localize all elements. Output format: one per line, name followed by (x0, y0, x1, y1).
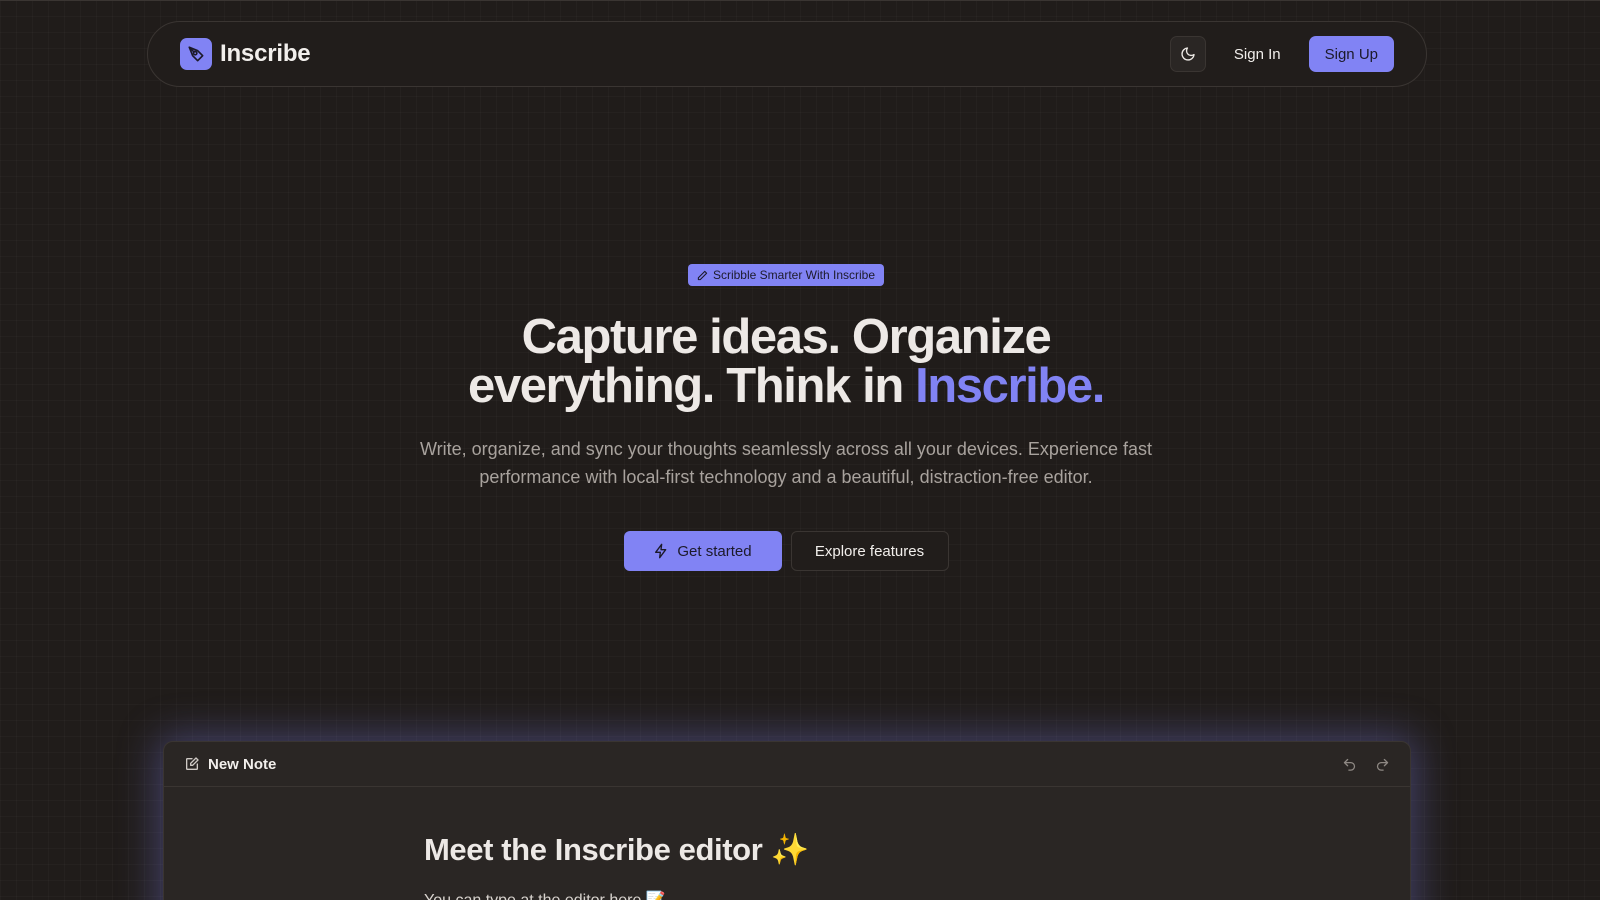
editor-toolbar: New Note (164, 742, 1410, 787)
get-started-label: Get started (677, 542, 752, 560)
editor-tools (1342, 757, 1390, 772)
logo-pen-icon[interactable] (180, 38, 212, 70)
explore-features-button[interactable]: Explore features (790, 531, 949, 571)
hero-section: Scribble Smarter With Inscribe Capture i… (0, 264, 1572, 571)
bolt-icon (655, 543, 667, 559)
hero-headline: Capture ideas. Organize everything. Thin… (0, 313, 1572, 411)
sign-in-link[interactable]: Sign In (1234, 46, 1281, 63)
headline-line-1: Capture ideas. Organize (521, 310, 1052, 364)
theme-toggle-button[interactable] (1169, 36, 1206, 72)
brand-name[interactable]: Inscribe (220, 40, 311, 68)
editor-content[interactable]: Meet the Inscribe editor ✨ You can type … (164, 787, 1410, 900)
hero-badge: Scribble Smarter With Inscribe (687, 264, 885, 286)
top-divider (0, 0, 1600, 1)
editor-heading[interactable]: Meet the Inscribe editor ✨ (424, 831, 1410, 868)
pencil-icon (697, 270, 708, 280)
moon-icon (1181, 47, 1195, 61)
note-edit-icon (186, 757, 199, 770)
headline-accent: Inscribe. (915, 359, 1105, 413)
get-started-button[interactable]: Get started (623, 531, 782, 571)
editor-preview: New Note Meet the Inscribe editor ✨ You … (163, 741, 1411, 900)
hero-cta-group: Get started Explore features (0, 531, 1572, 571)
hero-subtitle: Write, organize, and sync your thoughts … (419, 439, 1152, 487)
editor-paragraph[interactable]: You can type at the editor here 📝 (424, 890, 1410, 900)
navbar: Inscribe Sign In Sign Up (147, 21, 1427, 87)
hero-badge-label: Scribble Smarter With Inscribe (712, 268, 876, 282)
undo-icon[interactable] (1342, 757, 1357, 772)
sign-up-button[interactable]: Sign Up (1308, 36, 1394, 72)
redo-icon[interactable] (1375, 757, 1390, 772)
note-title[interactable]: New Note (208, 756, 276, 773)
headline-line-2: everything. Think in (468, 359, 916, 413)
